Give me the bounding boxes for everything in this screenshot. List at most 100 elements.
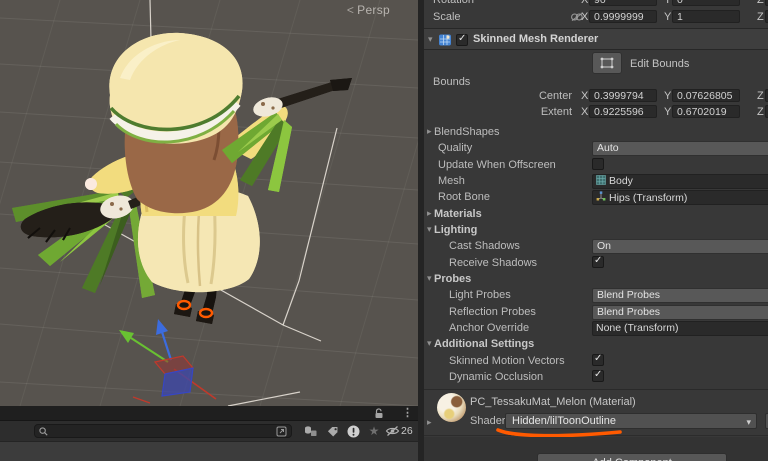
scene-canvas xyxy=(0,0,418,406)
property-row[interactable]: Update When Offscreen xyxy=(424,157,768,173)
character-model xyxy=(12,33,352,324)
checkbox[interactable]: ✓ xyxy=(592,353,604,366)
property-label: BlendShapes xyxy=(434,126,500,139)
dropdown-field[interactable]: On xyxy=(592,239,768,255)
object-field[interactable]: Body xyxy=(592,173,768,189)
rotation-row: Rotation X 90 Y 0 Z xyxy=(424,0,768,8)
foldout-open-icon[interactable]: ▾ xyxy=(427,224,432,235)
dropdown-field[interactable]: Blend Probes xyxy=(592,304,768,320)
property-row[interactable]: ▸ BlendShapes xyxy=(424,124,768,140)
shader-label: Shader xyxy=(470,415,506,427)
scale-row: Scale X 0.9999999 Y 1 Z xyxy=(424,9,768,25)
material-name: PC_TessakuMat_Melon (Material) xyxy=(470,396,636,408)
property-row[interactable]: Skinned Motion Vectors ✓ xyxy=(424,353,768,369)
search-input[interactable] xyxy=(34,424,292,438)
property-row[interactable]: ▾ Probes xyxy=(424,271,768,287)
axis-z-label: Z xyxy=(757,90,764,102)
rotation-x-field[interactable]: 90 xyxy=(589,0,657,6)
property-row[interactable]: ▾ Lighting xyxy=(424,222,768,238)
scale-x-field[interactable]: 0.9999999 xyxy=(589,10,657,23)
shader-dropdown[interactable]: Hidden/lilToonOutline ▾ xyxy=(505,413,757,429)
edit-bounds-label: Edit Bounds xyxy=(630,58,690,70)
center-label: Center xyxy=(538,90,572,102)
property-rows: ▸ BlendShapes Quality Auto Update When Offsc… xyxy=(424,124,768,385)
hidden-count: 26 xyxy=(401,425,413,437)
edit-bounds-button[interactable] xyxy=(592,52,622,74)
bounds-label: Bounds xyxy=(433,76,471,88)
lock-icon[interactable] xyxy=(374,408,384,422)
favorites-star-icon[interactable]: ★ xyxy=(366,424,382,438)
checkbox[interactable]: ✓ xyxy=(592,369,604,382)
search-icon xyxy=(39,426,48,436)
axis-x-label: X xyxy=(581,106,589,118)
component-title: Skinned Mesh Renderer xyxy=(473,33,599,45)
center-y-field[interactable]: 0.07626805 xyxy=(672,89,740,102)
inspector-panel: Rotation X 90 Y 0 Z Scale X 0.9999999 Y … xyxy=(424,0,768,461)
skinned-mesh-renderer-header[interactable]: ▾ ✓ Skinned Mesh Renderer xyxy=(424,28,768,50)
property-label: Anchor Override xyxy=(449,322,530,335)
foldout-closed-icon[interactable]: ▸ xyxy=(427,417,432,428)
checkbox[interactable] xyxy=(592,157,604,170)
axis-z-label: Z xyxy=(757,0,764,6)
bottom-panel: ⋮ ★ 26 xyxy=(0,406,418,461)
hidden-objects-eye-icon[interactable] xyxy=(384,424,400,438)
console-warning-icon[interactable] xyxy=(345,424,361,438)
shader-value: Hidden/lilToonOutline xyxy=(512,415,616,427)
center-x-field[interactable]: 0.3999794 xyxy=(589,89,657,102)
property-row[interactable]: Quality Auto xyxy=(424,140,768,157)
object-field[interactable]: None (Transform) xyxy=(592,320,768,336)
extent-label: Extent xyxy=(540,106,572,118)
axis-z-label: Z xyxy=(757,11,764,23)
property-label: Additional Settings xyxy=(434,338,535,351)
property-row[interactable]: Dynamic Occlusion ✓ xyxy=(424,369,768,385)
extent-x-field[interactable]: 0.9225596 xyxy=(589,105,657,118)
property-row[interactable]: Light Probes Blend Probes xyxy=(424,287,768,304)
axis-z-label: Z xyxy=(757,106,764,118)
property-row[interactable]: Receive Shadows ✓ xyxy=(424,255,768,271)
filter-by-label-icon[interactable] xyxy=(325,424,341,438)
material-block: ▸ PC_TessakuMat_Melon (Material) Shader … xyxy=(424,389,768,437)
axis-y-label: Y xyxy=(664,11,672,23)
dropdown-field[interactable]: Blend Probes xyxy=(592,288,768,304)
foldout-open-icon[interactable]: ▾ xyxy=(427,273,432,284)
property-row[interactable]: Anchor Override None (Transform) xyxy=(424,320,768,336)
property-row[interactable]: Mesh Body xyxy=(424,173,768,189)
scene-view[interactable]: < Persp xyxy=(0,0,418,406)
bottom-panel-header: ⋮ xyxy=(0,406,418,421)
add-component-button[interactable]: Add Component xyxy=(537,453,727,461)
property-row[interactable]: Root Bone Hips (Transform) xyxy=(424,189,768,206)
property-label: Materials xyxy=(434,207,482,220)
open-picker-icon[interactable] xyxy=(276,426,287,437)
filter-by-type-icon[interactable] xyxy=(302,424,318,438)
rotation-y-field[interactable]: 0 xyxy=(672,0,740,6)
scene-gizmo-persp-label[interactable]: < Persp xyxy=(347,3,390,17)
property-label: Reflection Probes xyxy=(449,305,536,318)
property-row[interactable]: Reflection Probes Blend Probes xyxy=(424,304,768,320)
axis-x-label: X xyxy=(581,11,589,23)
property-row[interactable]: ▾ Additional Settings xyxy=(424,336,768,352)
extent-y-field[interactable]: 0.6702019 xyxy=(672,105,740,118)
axis-x-label: X xyxy=(581,0,589,6)
checkbox[interactable]: ✓ xyxy=(592,255,604,268)
foldout-closed-icon[interactable]: ▸ xyxy=(427,126,432,137)
search-field[interactable] xyxy=(51,424,251,438)
object-field[interactable]: Hips (Transform) xyxy=(592,190,768,206)
bounds-extent-row: Extent X 0.9225596 Y 0.6702019 Z xyxy=(424,104,768,120)
property-label: Dynamic Occlusion xyxy=(449,371,544,384)
move-gizmo[interactable] xyxy=(119,319,217,404)
foldout-closed-icon[interactable]: ▸ xyxy=(427,208,432,219)
property-row[interactable]: Cast Shadows On xyxy=(424,238,768,255)
component-enabled-checkbox[interactable]: ✓ xyxy=(456,33,468,46)
foldout-open-icon[interactable]: ▾ xyxy=(428,34,433,45)
more-options-icon[interactable]: ⋮ xyxy=(402,406,413,419)
axis-y-label: Y xyxy=(664,90,672,102)
foldout-open-icon[interactable]: ▾ xyxy=(427,338,432,349)
property-label: Cast Shadows xyxy=(449,240,520,253)
edit-bounds-icon xyxy=(600,57,614,69)
property-row[interactable]: ▸ Materials xyxy=(424,206,768,222)
property-label: Skinned Motion Vectors xyxy=(449,354,565,367)
mesh-icon xyxy=(596,175,606,188)
axis-y-label: Y xyxy=(664,0,672,6)
dropdown-field[interactable]: Auto xyxy=(592,141,768,157)
scale-y-field[interactable]: 1 xyxy=(672,10,740,23)
